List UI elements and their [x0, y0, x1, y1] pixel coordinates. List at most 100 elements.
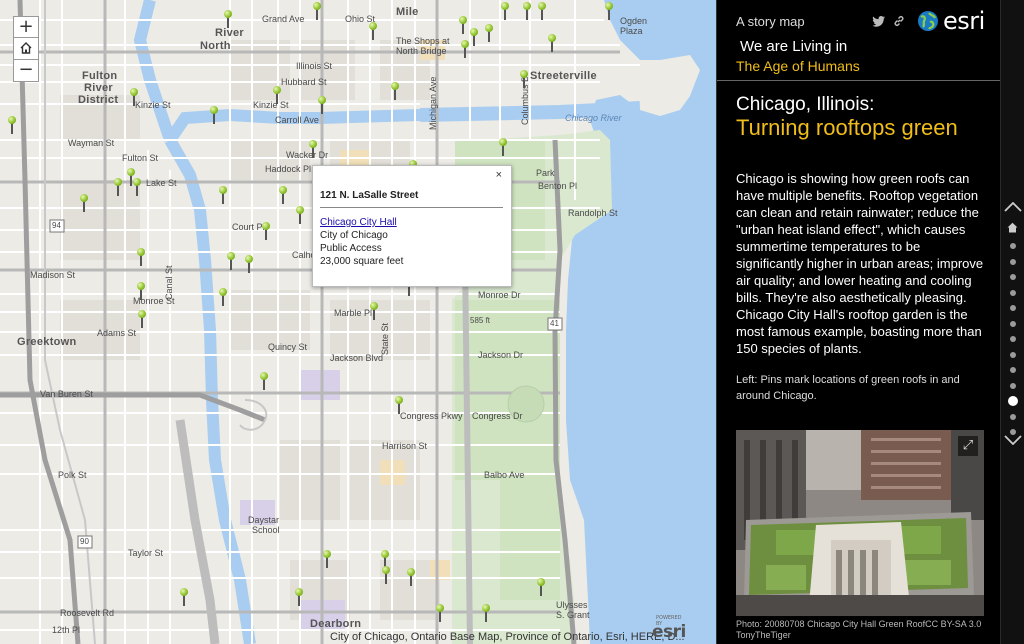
green-roof-pin[interactable]	[482, 604, 490, 622]
green-roof-pin[interactable]	[313, 2, 321, 20]
label-hwy-94: 94	[52, 221, 61, 230]
green-roof-pin[interactable]	[137, 248, 145, 266]
label-wacker: Wacker Dr	[286, 150, 329, 160]
green-roof-pin[interactable]	[318, 96, 326, 114]
green-roof-pin[interactable]	[80, 194, 88, 212]
nav-dot[interactable]	[1010, 320, 1016, 327]
green-roof-pin[interactable]	[138, 310, 146, 328]
green-roof-pin[interactable]	[537, 578, 545, 596]
green-roof-pin[interactable]	[227, 252, 235, 270]
label-benton: Benton Pl	[538, 181, 578, 191]
green-roof-pin[interactable]	[436, 604, 444, 622]
green-roof-pin[interactable]	[407, 568, 415, 586]
green-roof-pin[interactable]	[499, 138, 507, 156]
green-roof-pin[interactable]	[273, 86, 281, 104]
home-button[interactable]	[13, 38, 39, 60]
story-section[interactable]: Chicago, Illinois: Turning rooftops gree…	[717, 82, 1001, 644]
label-adams: Adams St	[97, 328, 137, 338]
chevron-up-icon[interactable]	[1003, 197, 1023, 216]
green-roof-pin[interactable]	[260, 372, 268, 390]
nav-dot[interactable]	[1010, 305, 1016, 311]
green-roof-pin[interactable]	[219, 288, 227, 306]
green-roof-pin[interactable]	[262, 222, 270, 240]
label-shops-2: North Bridge	[396, 46, 447, 56]
green-roof-pin[interactable]	[370, 302, 378, 320]
nav-dot[interactable]	[1010, 413, 1016, 420]
green-roof-pin[interactable]	[459, 16, 467, 34]
nav-dot[interactable]	[1010, 258, 1016, 265]
expand-icon[interactable]: ⤢	[958, 436, 978, 456]
photo-credit: Photo: 20080708 Chicago City Hall Green …	[736, 619, 982, 640]
esri-wordmark: esri	[943, 7, 985, 35]
zoom-in-button[interactable]: +	[13, 16, 39, 38]
popup-link-city-hall[interactable]: Chicago City Hall	[320, 216, 503, 229]
label-river-north-2: North	[200, 40, 231, 52]
green-roof-pin[interactable]	[296, 206, 304, 224]
series-title-line-2[interactable]: The Age of Humans	[736, 58, 860, 74]
green-roof-pin[interactable]	[180, 588, 188, 606]
label-illinois: Illinois St	[296, 61, 333, 71]
home-icon[interactable]	[1007, 222, 1018, 233]
nav-dot[interactable]	[1010, 351, 1016, 358]
green-roof-pin[interactable]	[114, 178, 122, 196]
popup-owner: City of Chicago	[320, 230, 388, 241]
green-roof-pin[interactable]	[382, 566, 390, 584]
label-park: Park	[536, 168, 555, 178]
green-roof-pin[interactable]	[210, 106, 218, 124]
label-daystar-2: School	[252, 525, 280, 535]
home-icon	[20, 42, 32, 54]
nav-dot[interactable]	[1010, 382, 1016, 389]
nav-dot[interactable]	[1010, 274, 1016, 280]
green-roof-pin[interactable]	[130, 88, 138, 106]
nav-dot[interactable]	[1010, 243, 1016, 249]
label-randolph: Randolph St	[568, 208, 618, 218]
green-roof-pin[interactable]	[501, 2, 509, 20]
chevron-down-icon[interactable]	[1003, 430, 1023, 449]
green-roof-pin[interactable]	[548, 34, 556, 52]
close-icon[interactable]: ×	[496, 169, 502, 181]
popup-title: 121 N. LaSalle Street	[320, 190, 503, 208]
green-roof-pin[interactable]	[461, 40, 469, 58]
green-roof-photo[interactable]: ⤢	[736, 430, 984, 616]
green-roof-pin[interactable]	[133, 178, 141, 196]
powered-by-esri-logo[interactable]: POWERED BY esri	[652, 615, 686, 642]
label-grant-1: Ulysses	[556, 600, 588, 610]
green-roof-pin[interactable]	[309, 140, 317, 158]
map[interactable]: River North Fulton River District Street…	[0, 0, 716, 644]
green-roof-pin[interactable]	[395, 396, 403, 414]
nav-dot[interactable]	[1010, 336, 1016, 342]
esri-logo[interactable]: esri	[917, 8, 985, 34]
label-hwy-90: 90	[80, 537, 89, 546]
label-12th: 12th Pl	[52, 625, 81, 635]
nav-dot[interactable]	[1010, 289, 1016, 296]
green-roof-pin[interactable]	[279, 186, 287, 204]
green-roof-pin[interactable]	[245, 255, 253, 273]
green-roof-pin[interactable]	[219, 186, 227, 204]
green-roof-pin[interactable]	[323, 550, 331, 568]
green-roof-pin[interactable]	[605, 2, 613, 20]
green-roof-pin[interactable]	[295, 588, 303, 606]
green-roof-pin[interactable]	[470, 28, 478, 46]
green-roof-pin[interactable]	[224, 10, 232, 28]
label-canal: Canal St	[164, 265, 174, 300]
nav-dot[interactable]	[1010, 367, 1016, 373]
green-roof-pin[interactable]	[538, 2, 546, 20]
label-greektown: Greektown	[17, 336, 77, 348]
green-roof-pin[interactable]	[137, 282, 145, 300]
label-district: District	[78, 94, 119, 106]
nav-dot-active[interactable]	[1008, 396, 1018, 406]
green-roof-pin[interactable]	[520, 70, 528, 88]
green-roof-pin[interactable]	[369, 22, 377, 40]
photo-image	[736, 430, 984, 616]
label-kinzie-2: Kinzie St	[253, 100, 289, 110]
zoom-out-button[interactable]: −	[13, 60, 39, 82]
green-roof-pin[interactable]	[485, 24, 493, 42]
link-icon[interactable]	[893, 15, 905, 30]
green-roof-pin[interactable]	[8, 116, 16, 134]
label-polk: Polk St	[58, 470, 87, 480]
label-marble: Marble Pl	[334, 308, 373, 318]
twitter-icon[interactable]	[872, 16, 885, 30]
green-roof-pin[interactable]	[391, 82, 399, 100]
label-daystar-1: Daystar	[248, 515, 280, 525]
green-roof-pin[interactable]	[523, 2, 531, 20]
